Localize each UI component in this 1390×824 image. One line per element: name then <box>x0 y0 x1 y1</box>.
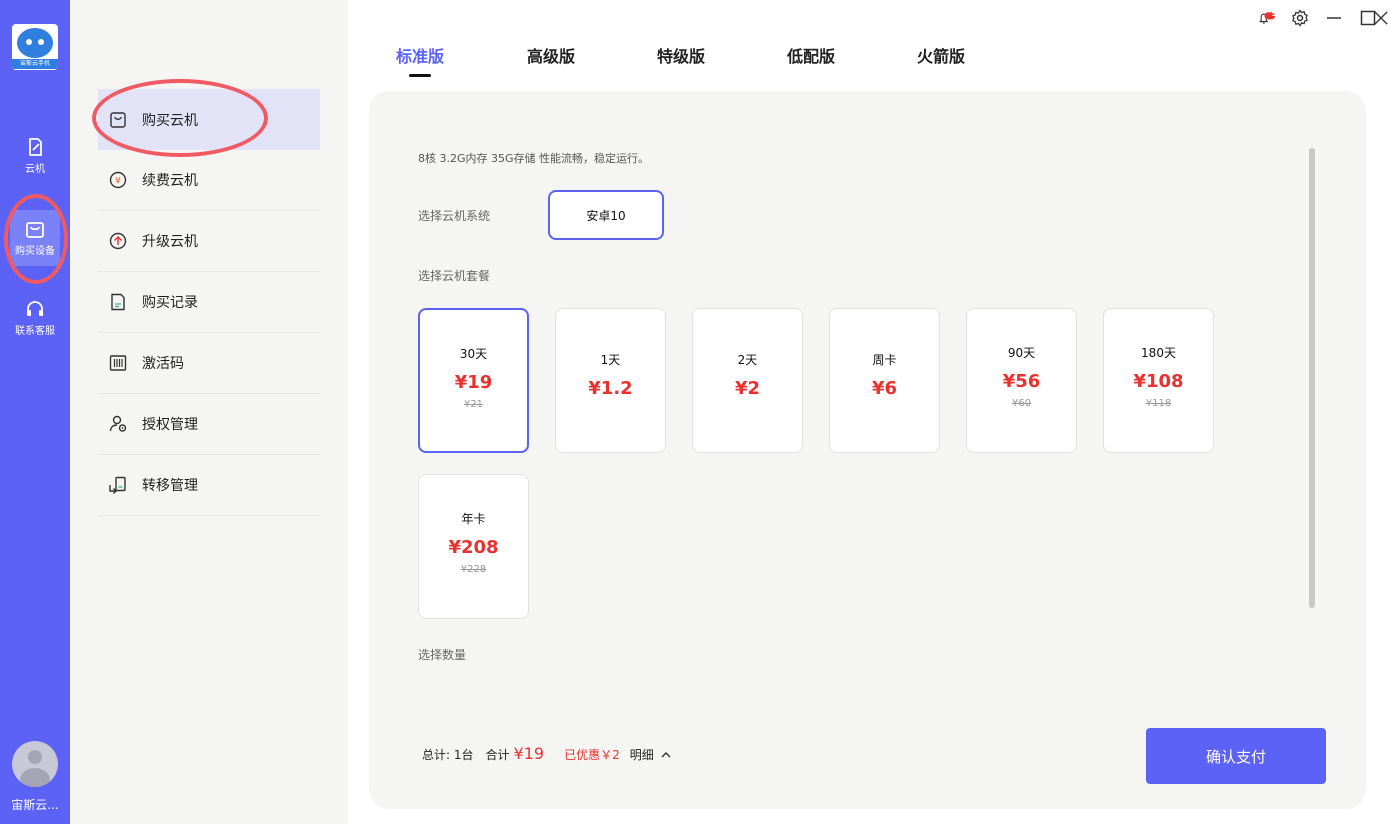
chevron-up-icon <box>661 751 671 757</box>
package-price: ¥2 <box>734 378 761 399</box>
user-auth-icon <box>108 414 128 434</box>
title-bar: 57 <box>1210 0 1390 36</box>
menu-item-label: 购买云机 <box>142 112 198 129</box>
menu-item-renew-cloud-phone[interactable]: ¥ 续费云机 <box>98 150 320 211</box>
menu-item-authorization[interactable]: 授权管理 <box>98 394 320 455</box>
detail-label: 明细 <box>629 748 654 762</box>
package-card-90d[interactable]: 90天 ¥56 ¥60 <box>966 308 1077 453</box>
confirm-pay-button[interactable]: 确认支付 <box>1146 728 1326 784</box>
package-price: ¥1.2 <box>588 378 633 399</box>
package-name: 1天 <box>600 353 621 367</box>
shopping-bag-icon <box>108 110 128 130</box>
sum-label: 合计 <box>485 748 510 762</box>
headset-icon <box>27 301 43 316</box>
username: 宙斯云... <box>11 798 59 812</box>
package-original-price: ¥228 <box>460 564 487 575</box>
menu-item-transfer[interactable]: 转移管理 <box>98 455 320 516</box>
package-price: ¥56 <box>1002 371 1041 392</box>
active-tab-indicator <box>409 74 431 77</box>
package-original-price: ¥118 <box>1145 398 1172 409</box>
detail-toggle[interactable]: 明细 <box>630 746 672 763</box>
tab-advanced[interactable]: 高级版 <box>527 43 575 67</box>
package-name: 180天 <box>1141 346 1176 360</box>
close-icon[interactable] <box>1374 8 1388 28</box>
package-original-price: ¥21 <box>463 399 484 410</box>
minimize-icon[interactable] <box>1324 8 1344 28</box>
package-card-180d[interactable]: 180天 ¥108 ¥118 <box>1103 308 1214 453</box>
tab-standard[interactable]: 标准版 <box>396 43 444 67</box>
menu-item-label: 升级云机 <box>142 234 198 250</box>
notification-bell-icon[interactable]: 57 <box>1258 8 1281 28</box>
avatar[interactable] <box>12 741 58 787</box>
arrow-up-circle-icon <box>108 231 128 251</box>
package-card-30d[interactable]: 30天 ¥19 ¥21 <box>418 308 529 453</box>
barcode-icon <box>108 353 128 373</box>
package-description: 8核 3.2G内存 35G存储 性能流畅，稳定运行。 <box>418 152 650 165</box>
total-count: 总计: 1台 <box>422 748 474 762</box>
package-price: ¥208 <box>448 537 499 558</box>
menu-item-label: 激活码 <box>142 356 184 372</box>
tab-rocket[interactable]: 火箭版 <box>917 43 965 67</box>
package-name: 30天 <box>459 347 488 361</box>
tab-premium[interactable]: 特级版 <box>657 43 705 67</box>
sum-price: ¥19 <box>513 744 545 763</box>
gear-icon[interactable] <box>1290 8 1310 28</box>
menu-item-upgrade-cloud-phone[interactable]: 升级云机 <box>98 211 320 272</box>
svg-text:¥: ¥ <box>115 177 121 187</box>
app-logo: 宙斯云手机 <box>12 24 58 70</box>
order-summary: 总计: 1台 合计 ¥19 已优惠￥2 明细 <box>422 744 672 768</box>
menu-item-purchase-history[interactable]: 购买记录 <box>98 272 320 333</box>
menu-item-label: 购买记录 <box>142 295 198 311</box>
rail-item-label: 云机 <box>25 164 45 175</box>
package-card-year[interactable]: 年卡 ¥208 ¥228 <box>418 474 529 619</box>
yen-circle-icon: ¥ <box>108 170 128 190</box>
package-price: ¥6 <box>871 378 898 399</box>
logo-text: 宙斯云手机 <box>12 59 58 69</box>
menu-item-label: 转移管理 <box>142 478 198 494</box>
document-icon <box>108 292 128 312</box>
package-label: 选择云机套餐 <box>418 269 491 283</box>
notification-badge: 57 <box>1271 10 1282 18</box>
package-price: ¥19 <box>454 372 493 393</box>
quantity-label: 选择数量 <box>418 648 467 662</box>
package-original-price: ¥60 <box>1011 398 1032 409</box>
rail-item-cloud-phone[interactable]: 云机 <box>0 136 70 175</box>
package-card-2d[interactable]: 2天 ¥2 <box>692 308 803 453</box>
system-label: 选择云机系统 <box>418 209 491 223</box>
package-name: 周卡 <box>872 353 897 367</box>
package-card-1d[interactable]: 1天 ¥1.2 <box>555 308 666 453</box>
menu-item-label: 授权管理 <box>142 417 198 433</box>
shopping-bag-icon <box>26 222 44 238</box>
transfer-icon <box>108 475 128 495</box>
tab-low-spec[interactable]: 低配版 <box>787 43 835 67</box>
menu-item-label: 续费云机 <box>142 173 198 189</box>
content-scrollbar[interactable] <box>1309 148 1315 608</box>
package-name: 2天 <box>737 353 758 367</box>
package-name: 年卡 <box>461 512 486 526</box>
menu-item-activation-code[interactable]: 激活码 <box>98 333 320 394</box>
package-card-week[interactable]: 周卡 ¥6 <box>829 308 940 453</box>
package-price: ¥108 <box>1133 371 1184 392</box>
menu-item-buy-cloud-phone[interactable]: 购买云机 <box>98 89 320 150</box>
cloud-phone-icon <box>29 138 42 156</box>
discount-amount: 已优惠￥2 <box>564 748 620 762</box>
system-option-android10[interactable]: 安卓10 <box>548 190 664 240</box>
rail-item-buy-device[interactable]: 购买设备 <box>0 210 70 266</box>
rail-item-label: 购买设备 <box>15 246 55 257</box>
rail-item-support[interactable]: 联系客服 <box>0 298 70 337</box>
sidebar-menu: 购买云机 ¥ 续费云机 升级云机 购买记录 激活码 授权管理 转移管理 <box>70 0 348 824</box>
robot-logo-icon <box>17 28 53 58</box>
package-name: 90天 <box>1007 346 1036 360</box>
rail-item-label: 联系客服 <box>15 326 55 337</box>
left-rail: 宙斯云手机 云机 购买设备 联系客服 宙斯云... <box>0 0 70 824</box>
